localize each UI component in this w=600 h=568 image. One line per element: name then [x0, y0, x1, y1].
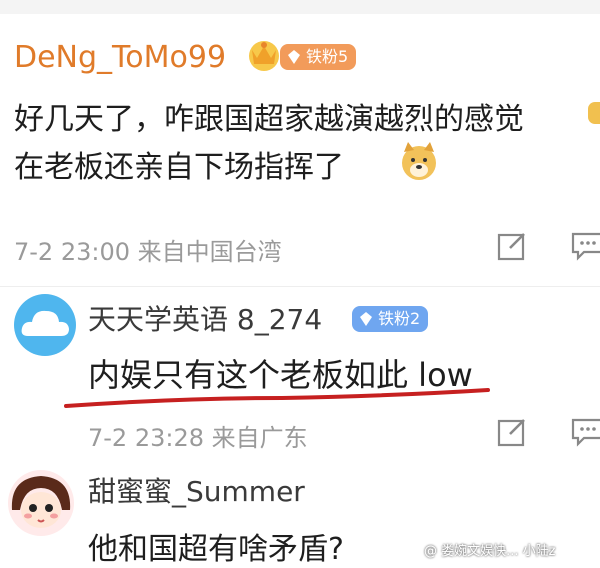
fan-badge-label: 铁粉5 — [306, 47, 349, 66]
comment-text-line1: 好几天了，咋跟国超家越演越烈的感觉 — [14, 102, 524, 137]
edit-icon[interactable] — [496, 230, 528, 262]
red-underline — [64, 388, 490, 408]
edit-icon[interactable] — [496, 416, 528, 448]
top-strip — [0, 0, 600, 14]
comment-text-line2: 在老板还亲自下场指挥了 — [14, 150, 344, 185]
reply-text: 他和国超有啥矛盾? — [88, 532, 344, 567]
fan-badge-label: 铁粉2 — [378, 309, 421, 328]
comment-meta: 7-2 23:00 来自中国台湾 — [14, 238, 282, 266]
comment-icon[interactable] — [570, 230, 600, 262]
reply-username[interactable]: 天天学英语 8_274 — [88, 298, 322, 338]
diamond-icon — [360, 312, 372, 326]
watermark: @ 娄婉文娱快... 小陆z — [424, 544, 556, 559]
reply-meta: 7-2 23:28 来自广东 — [88, 424, 308, 452]
avatar[interactable] — [14, 294, 76, 356]
reply-username[interactable]: 甜蜜蜜_Summer — [88, 470, 305, 510]
girl-avatar-icon — [11, 476, 71, 528]
cloud-icon — [21, 310, 70, 336]
avatar[interactable] — [8, 470, 74, 536]
divider — [0, 286, 600, 287]
doge-emoji — [402, 142, 436, 180]
diamond-icon — [288, 50, 300, 64]
fan-badge: 铁粉2 — [352, 306, 429, 332]
emoji-cut — [588, 102, 600, 124]
comment-username[interactable]: DeNg_ToMo99 — [14, 40, 226, 75]
crown-icon — [249, 41, 279, 71]
fan-badge: 铁粉5 — [280, 44, 357, 70]
comment-icon[interactable] — [570, 416, 600, 448]
